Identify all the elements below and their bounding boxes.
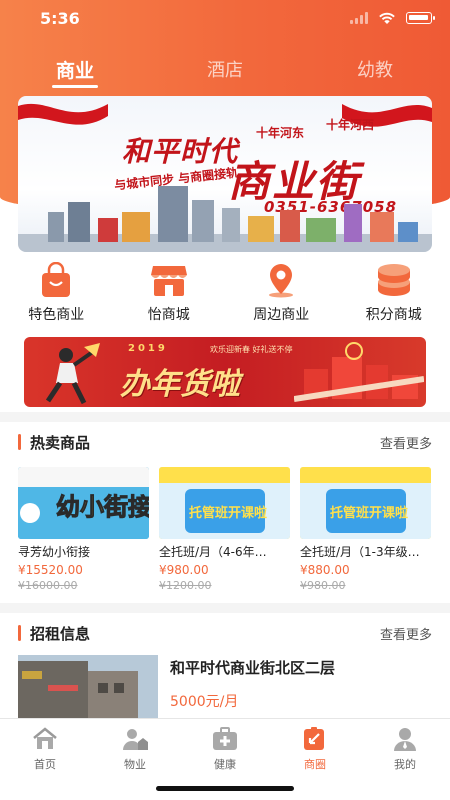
product-card[interactable]: 幼小街接班 寻芳幼小衔接 ¥15520.00 ¥16000.00 [18, 467, 149, 592]
product-banner-art: 托管班开课啦 [159, 467, 290, 539]
rental-info-more-link[interactable]: 查看更多 [380, 624, 432, 643]
section-accent-bar [18, 625, 21, 641]
hot-products-header: 热卖商品 查看更多 [0, 428, 450, 458]
category-label: 周边商业 [253, 307, 310, 323]
wifi-icon [379, 12, 395, 24]
product-card[interactable]: 托管班开课啦 全托班/月（1-3年级… ¥880.00 ¥980.00 [300, 467, 431, 592]
storefront-icon [150, 266, 187, 296]
product-price: ¥15520.00 [18, 563, 83, 577]
nav-label: 我的 [394, 758, 416, 771]
home-icon [33, 727, 57, 749]
hot-products-more-link[interactable]: 查看更多 [380, 433, 432, 452]
category-points-mall[interactable]: 积分商城 [338, 262, 450, 332]
ribbon-decoration-left [18, 103, 108, 125]
building-photo-illustration [18, 655, 158, 720]
banner-tag-east: 十年河东 [256, 126, 305, 140]
category-label: 怡商城 [147, 307, 190, 323]
product-image-text: 托管班开课啦 [189, 505, 267, 521]
category-yi-mall[interactable]: 怡商城 [113, 262, 226, 332]
product-original-price: ¥1200.00 [159, 579, 212, 592]
location-pin-icon [269, 264, 294, 298]
banner-tag-west: 十年河西 [326, 118, 375, 132]
category-nearby-business[interactable]: 周边商业 [225, 262, 338, 332]
coin-stack-icon [377, 264, 410, 296]
hot-products-list: 幼小街接班 寻芳幼小衔接 ¥15520.00 ¥16000.00 托管班开课啦 … [18, 467, 450, 592]
tab-preschool[interactable]: 幼教 [300, 50, 450, 90]
property-person-icon [123, 729, 148, 750]
nav-profile[interactable]: 我的 [360, 719, 450, 800]
section-divider [0, 412, 450, 422]
category-featured-business[interactable]: 特色商业 [0, 262, 113, 332]
product-price: ¥880.00 [300, 563, 350, 577]
tab-business[interactable]: 商业 [0, 50, 150, 90]
business-district-icon [304, 727, 324, 750]
category-grid: 特色商业 怡商城 周边商业 积分商城 [0, 262, 450, 332]
promo-title: 办年货啦 [120, 367, 240, 402]
battery-icon [406, 12, 435, 24]
product-banner-art: 幼小街接班 [18, 467, 149, 539]
new-year-promo-banner[interactable]: 2019 欢乐迎新春 好礼送不停 办年货啦 [24, 337, 426, 407]
product-original-price: ¥16000.00 [18, 579, 78, 592]
rental-list-item[interactable]: 和平时代商业街北区二层 5000元/月 [18, 655, 432, 720]
product-price: ¥980.00 [159, 563, 209, 577]
category-label: 积分商城 [365, 307, 422, 323]
status-bar: 5:36 [0, 0, 450, 40]
product-name: 寻芳幼小衔接 [18, 545, 91, 559]
promo-slogan: 欢乐迎新春 好礼送不停 [210, 345, 293, 354]
status-icons [350, 11, 435, 25]
rental-photo [18, 655, 158, 720]
product-image-text: 托管班开课啦 [330, 505, 408, 521]
promo-year: 2019 [128, 343, 168, 354]
product-image-text: 幼小街接班 [56, 493, 149, 521]
shopping-bag-icon [42, 262, 71, 297]
gift-street-illustration [294, 342, 424, 402]
user-profile-icon [394, 728, 416, 751]
nav-home[interactable]: 首页 [0, 719, 90, 800]
product-image: 幼小街接班 [18, 467, 149, 539]
product-banner-art: 托管班开课啦 [300, 467, 431, 539]
app-screen: 5:36 商业 酒店 幼教 和平时代 十年河东 十年河西 商业街 与城市同步 与… [0, 0, 450, 800]
main-banner[interactable]: 和平时代 十年河东 十年河西 商业街 与城市同步 与商圈接轨 0351-6367… [18, 96, 432, 252]
category-label: 特色商业 [28, 307, 85, 323]
product-image: 托管班开课啦 [159, 467, 290, 539]
cellular-signal-icon [350, 12, 368, 24]
rental-info-header: 招租信息 查看更多 [0, 619, 450, 649]
banner-title-top: 和平时代 [122, 135, 239, 168]
nav-label: 物业 [124, 758, 146, 771]
hot-products-title: 热卖商品 [30, 434, 91, 452]
rental-price: 5000元/月 [170, 694, 239, 710]
product-card[interactable]: 托管班开课啦 全托班/月（4-6年… ¥980.00 ¥1200.00 [159, 467, 290, 592]
section-divider [0, 603, 450, 613]
product-image: 托管班开课啦 [300, 467, 431, 539]
nav-label: 首页 [34, 758, 56, 771]
product-name: 全托班/月（4-6年… [159, 545, 267, 559]
nav-label: 商圈 [304, 758, 326, 771]
status-time: 5:36 [40, 9, 80, 28]
section-accent-bar [18, 434, 21, 450]
product-name: 全托班/月（1-3年级… [300, 545, 420, 559]
rental-title: 和平时代商业街北区二层 [170, 659, 336, 677]
rental-info-title: 招租信息 [30, 625, 91, 643]
nav-label: 健康 [214, 758, 236, 771]
top-tab-bar: 商业 酒店 幼教 [0, 50, 450, 90]
product-original-price: ¥980.00 [300, 579, 346, 592]
tab-hotel[interactable]: 酒店 [150, 50, 300, 90]
home-indicator [156, 786, 294, 791]
running-figure-illustration [45, 343, 100, 405]
city-skyline-illustration [18, 186, 432, 252]
medical-kit-icon [213, 727, 237, 750]
